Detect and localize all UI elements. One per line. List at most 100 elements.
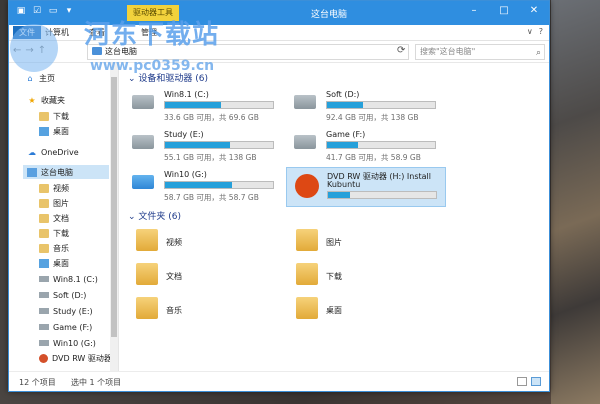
nav-item-videos[interactable]: 视频 — [39, 181, 69, 195]
drive-icon — [132, 135, 154, 149]
folder-desktop[interactable]: 桌面 — [286, 293, 426, 325]
drive-tile-h[interactable]: DVD RW 驱动器 (H:) Install Kubuntu — [286, 167, 446, 207]
nav-item-favorites[interactable]: ★ 收藏夹 — [27, 93, 65, 107]
nav-item-drive-e[interactable]: Study (E:) — [39, 304, 93, 318]
downloads-folder-icon — [39, 228, 49, 238]
nav-item-pictures[interactable]: 图片 — [39, 196, 69, 210]
pictures-folder-icon — [39, 198, 49, 208]
nav-item-downloads[interactable]: 下载 — [39, 226, 69, 240]
downloads-folder-icon — [296, 263, 318, 285]
usage-bar — [164, 141, 274, 149]
usage-bar — [326, 141, 436, 149]
search-placeholder: 搜索"这台电脑" — [420, 47, 476, 56]
nav-item-fav-desktop[interactable]: 桌面 — [39, 124, 69, 138]
watermark-logo — [10, 24, 58, 72]
star-icon: ★ — [28, 95, 36, 105]
drive-icon — [39, 324, 49, 330]
maximize-button[interactable]: □ — [489, 1, 519, 21]
nav-item-drive-d[interactable]: Soft (D:) — [39, 288, 86, 302]
folder-pictures[interactable]: 图片 — [286, 225, 426, 257]
properties-icon[interactable]: ☑ — [31, 5, 43, 17]
drive-tile-d[interactable]: Soft (D:) 92.4 GB 可用，共 138 GB — [286, 87, 446, 127]
ubuntu-disc-icon — [295, 174, 319, 198]
drive-icon — [294, 135, 316, 149]
refresh-button[interactable]: ⟳ — [397, 45, 405, 56]
close-button[interactable]: ✕ — [519, 1, 549, 21]
documents-folder-icon — [39, 213, 49, 223]
usage-bar-fill — [327, 142, 359, 148]
pictures-folder-icon — [296, 229, 318, 251]
collapse-chevron-icon: ⌄ — [128, 212, 139, 222]
drive-icon — [132, 95, 154, 109]
folder-music[interactable]: 音乐 — [126, 293, 266, 325]
usage-bar-fill — [328, 192, 350, 198]
folder-documents[interactable]: 文档 — [126, 259, 266, 291]
home-icon: ⌂ — [27, 73, 33, 83]
usage-bar — [326, 101, 436, 109]
window-controls: – □ ✕ — [459, 1, 549, 21]
help-icon[interactable]: ? — [539, 27, 543, 36]
expand-ribbon-icon[interactable]: ∨ — [527, 27, 533, 36]
nav-item-drive-f[interactable]: Game (F:) — [39, 320, 92, 334]
content-pane: ⌄ 设备和驱动器 (6) Win8.1 (C:) 33.6 GB 可用，共 69… — [120, 63, 549, 371]
watermark-text: 河东下载站 — [84, 20, 220, 50]
usage-bar — [164, 101, 274, 109]
drive-icon — [39, 276, 49, 282]
window-title: 这台电脑 — [310, 10, 347, 20]
drive-icon — [39, 340, 49, 346]
usage-bar — [164, 181, 274, 189]
computer-icon — [27, 167, 37, 177]
dvd-drive-icon — [39, 353, 48, 363]
folder-videos[interactable]: 视频 — [126, 225, 266, 257]
videos-folder-icon — [136, 229, 158, 251]
status-bar: 12 个项目 选中 1 个项目 — [9, 371, 549, 391]
drive-icon — [294, 95, 316, 109]
drive-tile-f[interactable]: Game (F:) 41.7 GB 可用，共 58.9 GB — [286, 127, 446, 167]
chevron-down-icon[interactable]: ▾ — [63, 5, 75, 17]
new-folder-icon[interactable]: ▭ — [47, 5, 59, 17]
tiles-view-icon[interactable] — [531, 377, 541, 386]
nav-item-music[interactable]: 音乐 — [39, 241, 69, 255]
nav-item-desktop[interactable]: 桌面 — [39, 256, 69, 270]
quick-access-toolbar: ▣ ☑ ▭ ▾ — [15, 5, 75, 17]
desktop-folder-icon — [39, 258, 49, 268]
usage-bar-fill — [165, 102, 222, 108]
drive-tile-e[interactable]: Study (E:) 55.1 GB 可用，共 138 GB — [124, 127, 284, 167]
music-folder-icon — [39, 243, 49, 253]
videos-folder-icon — [39, 183, 49, 193]
desktop-background — [551, 0, 600, 404]
watermark-url: www.pc0359.cn — [90, 58, 215, 74]
drive-tile-c[interactable]: Win8.1 (C:) 33.6 GB 可用，共 69.6 GB — [124, 87, 284, 127]
usage-bar-fill — [327, 102, 363, 108]
search-input[interactable]: 搜索"这台电脑" ⌕ — [415, 44, 545, 60]
nav-item-fav-downloads[interactable]: 下载 — [39, 109, 69, 123]
documents-folder-icon — [136, 263, 158, 285]
nav-scrollbar[interactable] — [110, 63, 118, 371]
nav-item-documents[interactable]: 文档 — [39, 211, 69, 225]
desktop-folder-icon — [296, 297, 318, 319]
nav-item-onedrive[interactable]: ☁ OneDrive — [27, 145, 79, 159]
folder-downloads[interactable]: 下载 — [286, 259, 426, 291]
item-count: 12 个项目 — [19, 378, 56, 387]
downloads-folder-icon — [39, 111, 49, 121]
details-view-icon[interactable] — [517, 377, 527, 386]
nav-item-home[interactable]: ⌂ 主页 — [25, 71, 55, 85]
nav-item-this-pc[interactable]: 这台电脑 — [23, 165, 109, 179]
usage-bar-fill — [165, 182, 232, 188]
minimize-button[interactable]: – — [459, 1, 489, 21]
usage-bar-fill — [165, 142, 230, 148]
windows-drive-icon — [132, 175, 154, 189]
nav-item-drive-g[interactable]: Win10 (G:) — [39, 336, 96, 350]
collapse-chevron-icon: ⌄ — [128, 74, 139, 84]
ribbon-right-controls: ∨ ? — [527, 27, 543, 36]
nav-item-drive-c[interactable]: Win8.1 (C:) — [39, 272, 98, 286]
drive-tile-g[interactable]: Win10 (G:) 58.7 GB 可用，共 58.7 GB — [124, 167, 284, 207]
explorer-icon: ▣ — [16, 6, 26, 16]
music-folder-icon — [136, 297, 158, 319]
usage-bar — [327, 191, 437, 199]
selection-count: 选中 1 个项目 — [71, 378, 122, 387]
nav-scrollbar-thumb[interactable] — [111, 77, 117, 337]
drive-icon — [39, 292, 49, 298]
folders-header[interactable]: ⌄ 文件夹 (6) — [128, 209, 181, 222]
nav-item-drive-h[interactable]: DVD RW 驱动器 — [39, 351, 112, 365]
